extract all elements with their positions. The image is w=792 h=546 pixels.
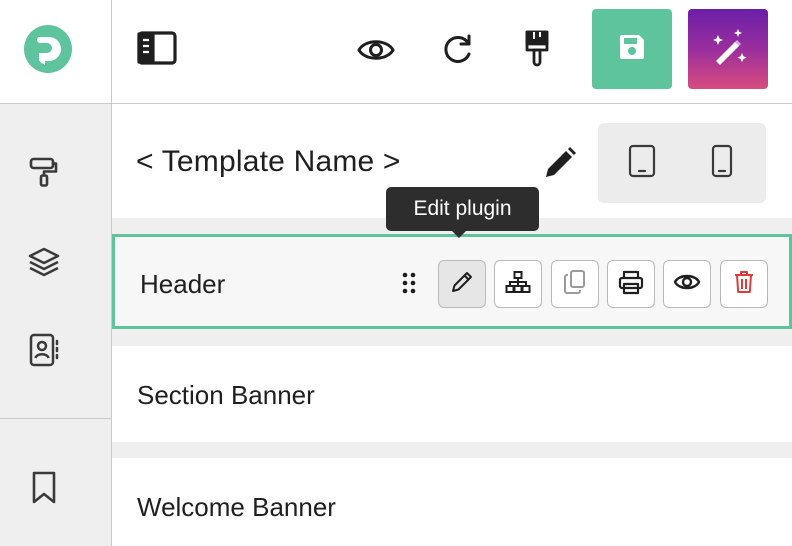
template-name: < Template Name > — [136, 145, 401, 178]
eye-icon[interactable] — [356, 30, 396, 70]
plugin-label: Welcome Banner — [137, 492, 336, 522]
row-gap — [112, 329, 792, 346]
structure-button[interactable] — [494, 260, 542, 308]
visibility-button[interactable] — [663, 260, 711, 308]
plugin-row-section-banner[interactable]: Section Banner — [112, 346, 792, 442]
top-toolbar — [112, 0, 792, 104]
duplicate-button[interactable] — [551, 260, 599, 308]
edit-plugin-button[interactable] — [438, 260, 486, 308]
device-toggle-group — [598, 123, 766, 203]
print-button[interactable] — [607, 260, 655, 308]
mobile-view-button[interactable] — [702, 143, 742, 183]
sidebar-toggle-icon[interactable] — [134, 28, 180, 68]
plugin-label: Section Banner — [137, 380, 315, 410]
magic-wand-icon — [708, 27, 748, 72]
sitemap-icon — [505, 270, 531, 299]
drag-handle-icon[interactable] — [397, 271, 421, 295]
edit-plugin-tooltip: Edit plugin — [386, 187, 539, 238]
magic-wand-button[interactable] — [688, 9, 768, 89]
contact-book-icon[interactable] — [24, 330, 64, 370]
tablet-icon — [628, 144, 656, 183]
floppy-disk-icon — [617, 32, 647, 67]
save-button[interactable] — [592, 9, 672, 89]
plugin-label: Header — [140, 269, 226, 299]
paint-roller-icon[interactable] — [24, 152, 64, 192]
delete-button[interactable] — [720, 260, 768, 308]
bookmark-icon[interactable] — [24, 468, 64, 508]
app-window: < Template Name > Header Section Banner … — [0, 0, 792, 546]
copy-icon — [563, 269, 587, 300]
pencil-icon — [450, 270, 474, 299]
print-icon — [618, 269, 644, 300]
plugin-row-welcome-banner[interactable]: Welcome Banner — [112, 458, 792, 546]
mobile-icon — [711, 144, 733, 183]
pencil-icon — [542, 145, 578, 186]
logo-area — [0, 0, 111, 104]
layers-icon[interactable] — [24, 242, 64, 282]
dreamer-logo-icon[interactable] — [24, 25, 72, 73]
redo-icon[interactable] — [438, 29, 478, 69]
eye-icon — [673, 272, 701, 297]
rail-divider — [0, 418, 111, 419]
tablet-view-button[interactable] — [622, 143, 662, 183]
edit-template-name-button[interactable] — [540, 145, 580, 185]
plugin-row-header[interactable]: Header — [112, 234, 792, 329]
left-rail — [0, 0, 112, 546]
trash-icon — [733, 269, 755, 300]
row-gap — [112, 442, 792, 458]
paint-brush-icon[interactable] — [517, 28, 557, 68]
